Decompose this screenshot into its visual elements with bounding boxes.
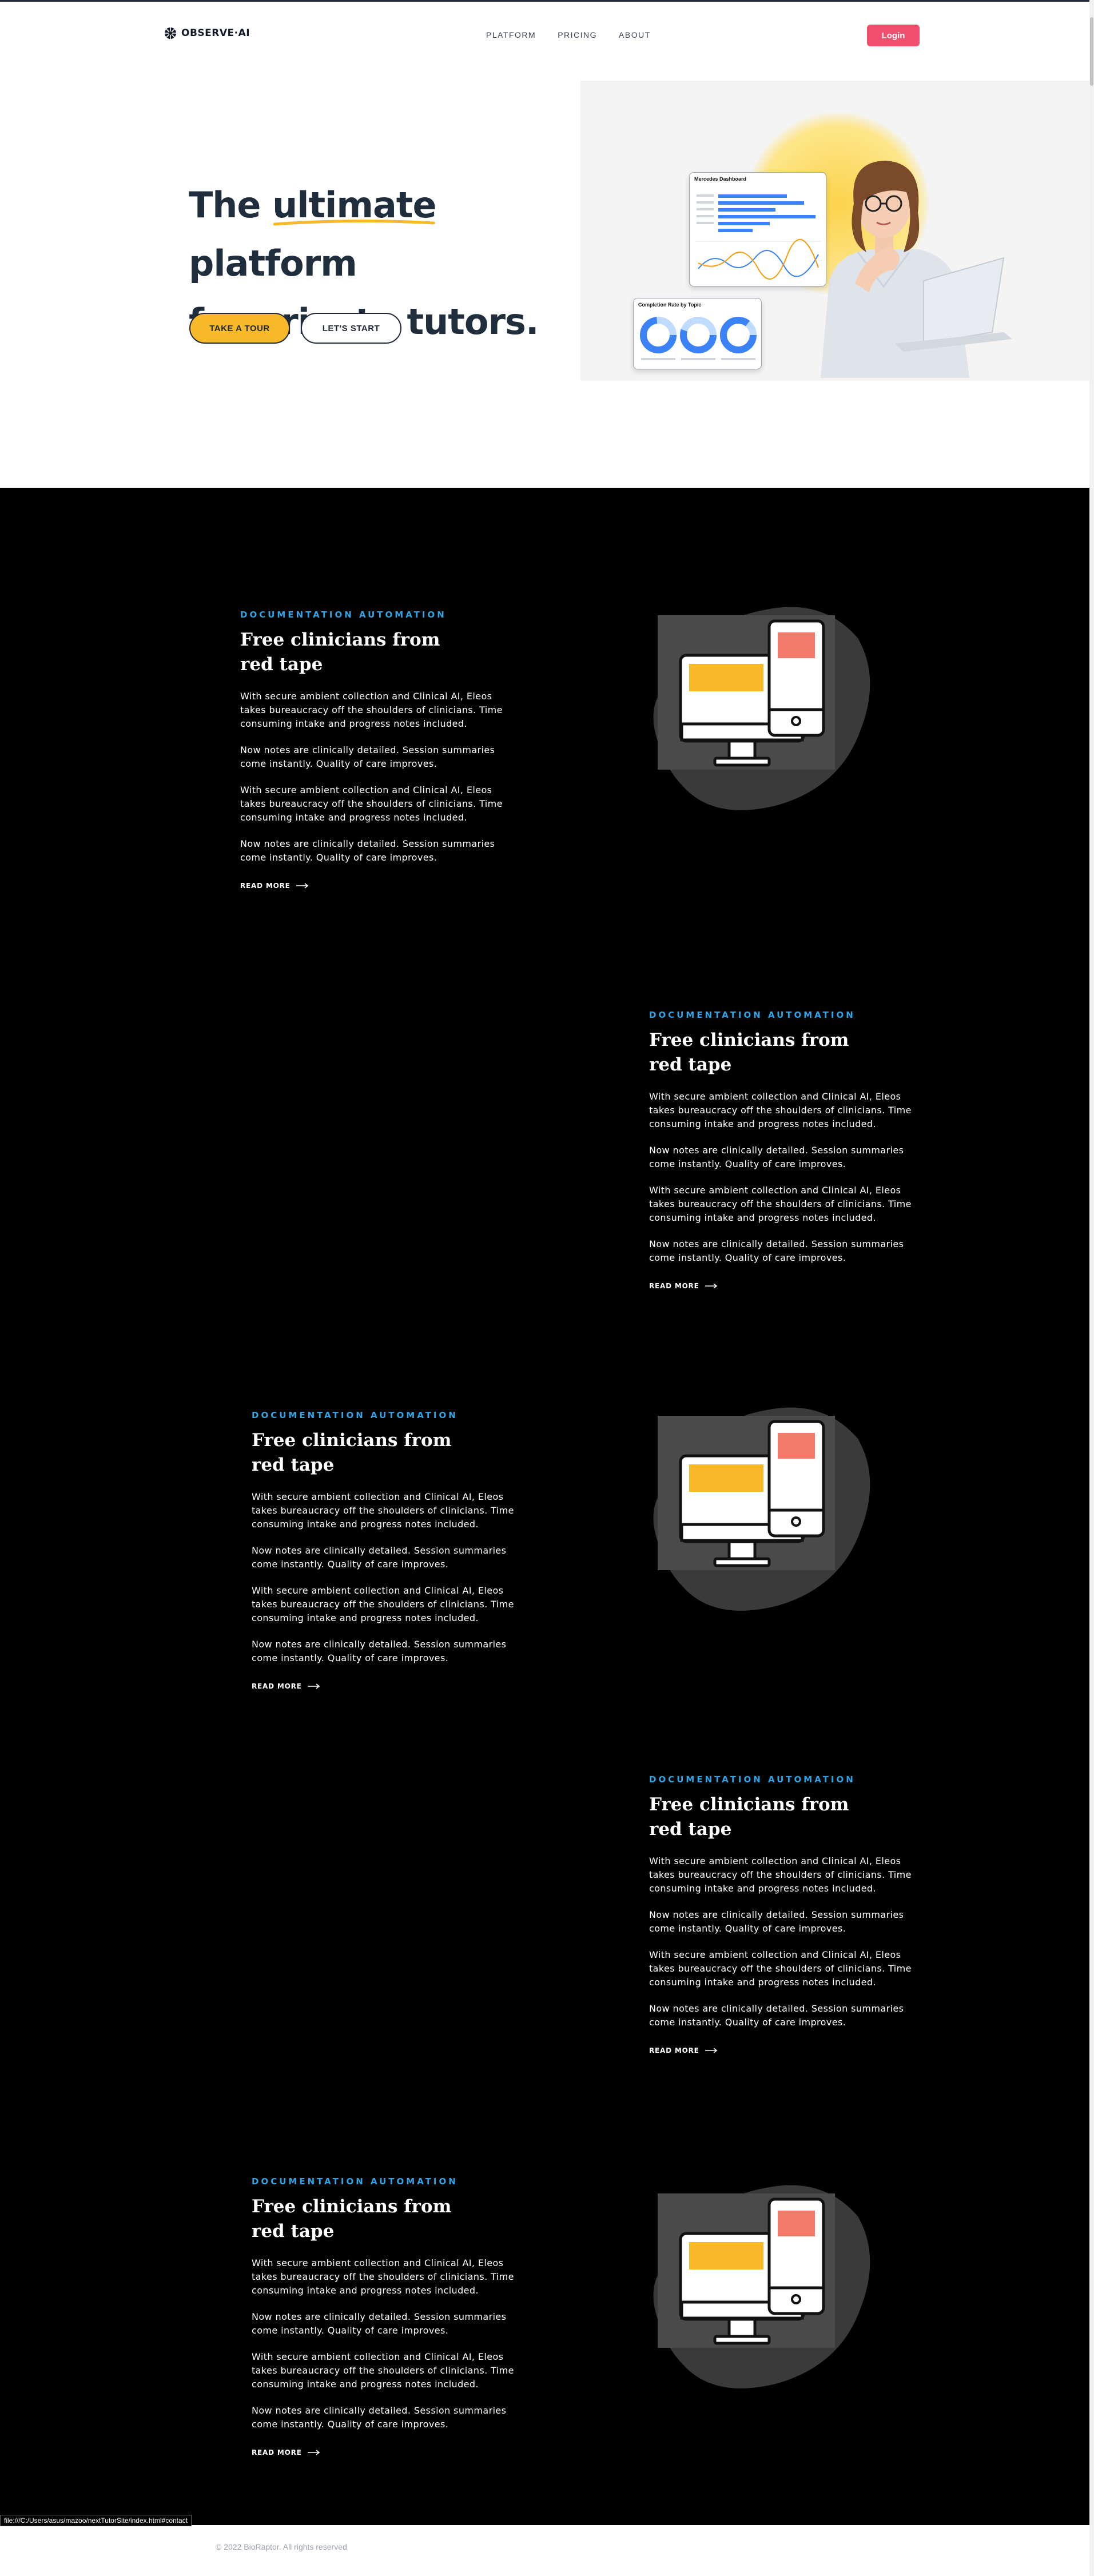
site-footer: © 2022 BioRaptor. All rights reserved — [0, 2525, 1089, 2576]
feature-title: Free clinicians from red tape — [649, 1030, 849, 1075]
feature-paragraph: With secure ambient collection and Clini… — [649, 1185, 912, 1223]
read-more-label: READ MORE — [649, 2047, 699, 2055]
nav-platform[interactable]: PLATFORM — [486, 30, 536, 39]
read-more-label: READ MORE — [649, 1282, 699, 1290]
features-section: DOCUMENTATION AUTOMATION Free clinicians… — [0, 488, 1089, 2525]
read-more-label: READ MORE — [252, 2448, 302, 2456]
donut-charts-mini — [640, 317, 757, 360]
feature-paragraph: Now notes are clinically detailed. Sessi… — [252, 1639, 507, 1663]
brand-name: OBSERVE·AI — [181, 27, 250, 39]
hero-title-highlight: ultimate — [272, 176, 436, 234]
read-more-label: READ MORE — [252, 1682, 302, 1690]
feature-block: DOCUMENTATION AUTOMATION Free clinicians… — [240, 610, 503, 890]
feature-paragraph: With secure ambient collection and Clini… — [252, 1491, 514, 1530]
read-more-link[interactable]: READ MORE — [252, 1682, 515, 1690]
browser-status-url: file:///C:/Users/asus/mazoo/nextTutorSit… — [0, 2515, 192, 2526]
computer-phone-icon — [653, 2185, 870, 2388]
take-a-tour-button[interactable]: TAKE A TOUR — [189, 313, 290, 344]
copyright-text: © 2022 BioRaptor. All rights reserved — [216, 2542, 347, 2551]
feature-paragraph: With secure ambient collection and Clini… — [649, 1949, 912, 1988]
hero-section: The ultimate platform for private tutors… — [0, 65, 1089, 488]
site-header: OBSERVE·AI PLATFORM PRICING ABOUT Login — [0, 2, 1089, 65]
feature-paragraph: Now notes are clinically detailed. Sessi… — [252, 1545, 507, 1570]
feature-eyebrow: DOCUMENTATION AUTOMATION — [240, 610, 447, 620]
dashboard-card-title: Mercedes Dashboard — [694, 176, 747, 182]
dashboard-card: Mercedes Dashboard — [689, 172, 826, 286]
hero-title-part: The — [189, 184, 273, 226]
computer-phone-illustration — [635, 1399, 875, 1616]
feature-paragraph: Now notes are clinically detailed. Sessi… — [252, 2405, 507, 2430]
read-more-link[interactable]: READ MORE — [240, 882, 503, 890]
page-scrollbar[interactable] — [1089, 0, 1094, 2576]
completion-rate-title: Completion Rate by Topic — [638, 302, 702, 308]
feature-title: Free clinicians from red tape — [649, 1794, 849, 1840]
feature-paragraph: Now notes are clinically detailed. Sessi… — [240, 744, 495, 769]
logo-icon — [165, 27, 176, 39]
computer-phone-illustration — [635, 598, 875, 815]
completion-rate-card: Completion Rate by Topic — [633, 298, 762, 369]
arrow-right-icon — [307, 2450, 320, 2455]
feature-paragraph: With secure ambient collection and Clini… — [252, 2258, 514, 2296]
computer-phone-icon — [653, 607, 870, 810]
feature-title: Free clinicians from red tape — [240, 630, 440, 675]
feature-paragraph: With secure ambient collection and Clini… — [240, 691, 503, 729]
computer-phone-icon — [653, 1407, 870, 1611]
feature-paragraph: Now notes are clinically detailed. Sessi… — [649, 2003, 904, 2028]
arrow-right-icon — [705, 1283, 717, 1289]
feature-paragraph: With secure ambient collection and Clini… — [252, 2351, 514, 2390]
feature-paragraph: With secure ambient collection and Clini… — [649, 1856, 912, 1894]
scrollbar-thumb[interactable] — [1090, 17, 1093, 86]
bar-chart-mini — [695, 194, 821, 280]
underline-swoosh-icon — [273, 219, 435, 226]
feature-paragraph: Now notes are clinically detailed. Sessi… — [649, 1145, 904, 1169]
feature-title: Free clinicians from red tape — [252, 2196, 452, 2241]
feature-eyebrow: DOCUMENTATION AUTOMATION — [649, 1774, 856, 1785]
hero-title-part-end: platform — [189, 242, 357, 284]
feature-block: DOCUMENTATION AUTOMATION Free clinicians… — [649, 1010, 912, 1290]
feature-paragraph: With secure ambient collection and Clini… — [649, 1091, 912, 1129]
lets-start-button[interactable]: LET'S START — [301, 313, 401, 344]
read-more-label: READ MORE — [240, 882, 291, 890]
read-more-link[interactable]: READ MORE — [649, 1282, 912, 1290]
feature-paragraph: With secure ambient collection and Clini… — [252, 1585, 514, 1623]
arrow-right-icon — [307, 1683, 320, 1689]
feature-block: DOCUMENTATION AUTOMATION Free clinicians… — [252, 2176, 515, 2456]
feature-title: Free clinicians from red tape — [252, 1430, 452, 1475]
brand-logo[interactable]: OBSERVE·AI — [164, 27, 250, 39]
feature-paragraph: Now notes are clinically detailed. Sessi… — [649, 1239, 904, 1263]
feature-eyebrow: DOCUMENTATION AUTOMATION — [252, 2176, 458, 2187]
feature-eyebrow: DOCUMENTATION AUTOMATION — [649, 1010, 856, 1020]
arrow-right-icon — [296, 883, 308, 889]
feature-eyebrow: DOCUMENTATION AUTOMATION — [252, 1410, 458, 1420]
main-nav: PLATFORM PRICING ABOUT — [486, 30, 651, 39]
nav-about[interactable]: ABOUT — [619, 30, 651, 39]
read-more-link[interactable]: READ MORE — [252, 2448, 515, 2456]
feature-paragraph: Now notes are clinically detailed. Sessi… — [649, 1909, 904, 1934]
feature-block: DOCUMENTATION AUTOMATION Free clinicians… — [252, 1410, 515, 1690]
login-button[interactable]: Login — [867, 25, 920, 46]
feature-paragraph: Now notes are clinically detailed. Sessi… — [252, 2311, 507, 2336]
feature-paragraph: With secure ambient collection and Clini… — [240, 785, 503, 823]
nav-pricing[interactable]: PRICING — [558, 30, 597, 39]
read-more-link[interactable]: READ MORE — [649, 2047, 912, 2055]
computer-phone-illustration — [635, 2176, 875, 2394]
feature-paragraph: Now notes are clinically detailed. Sessi… — [240, 838, 495, 863]
hero-illustration: Mercedes Dashboard Completion Rate by To… — [580, 81, 1089, 381]
feature-block: DOCUMENTATION AUTOMATION Free clinicians… — [649, 1774, 912, 2055]
arrow-right-icon — [705, 2048, 717, 2053]
